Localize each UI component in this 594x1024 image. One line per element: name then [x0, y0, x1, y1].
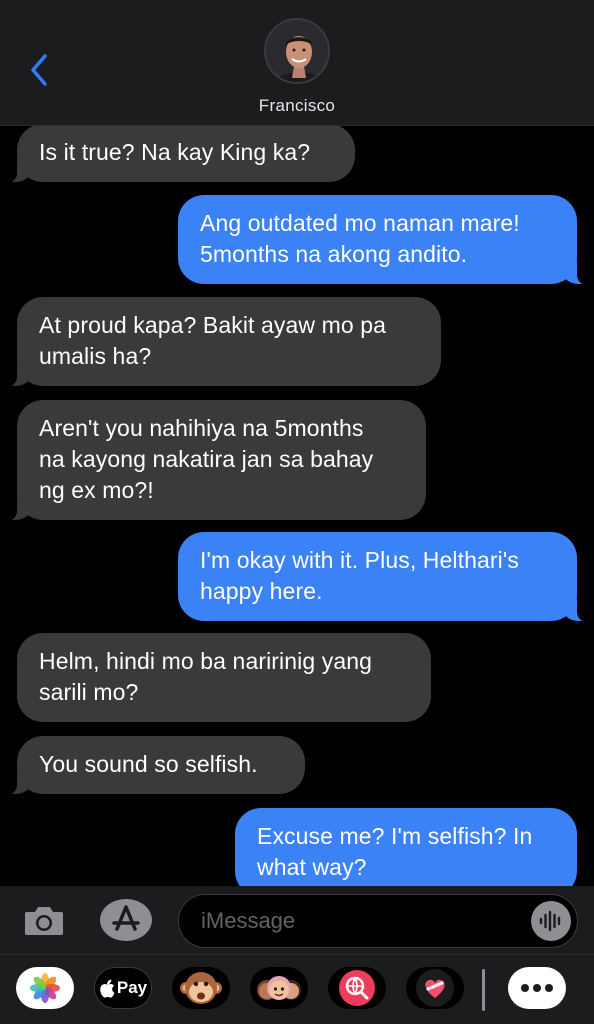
message-bubble-sent[interactable]: Ang outdated mo naman mare! 5months na a…	[178, 195, 590, 285]
message-text: You sound so selfish.	[39, 751, 258, 777]
drawer-divider	[482, 969, 485, 1011]
message-text: At proud kapa? Bakit ayaw mo pa umalis h…	[39, 312, 387, 369]
message-bubble-received[interactable]: Helm, hindi mo ba naririnig yang sarili …	[17, 633, 431, 722]
app-drawer: Pay	[0, 954, 594, 1024]
photos-app[interactable]	[16, 967, 74, 1009]
apple-pay-app[interactable]: Pay	[94, 967, 152, 1009]
animoji-app[interactable]	[172, 967, 230, 1009]
message-text: Excuse me? I'm selfish? In what way?	[257, 823, 533, 880]
message-text: Helm, hindi mo ba naririnig yang sarili …	[39, 648, 373, 705]
monkey-icon	[180, 972, 222, 1004]
digital-touch-app[interactable]	[406, 967, 464, 1009]
waveform-icon	[539, 910, 561, 932]
message-text: I'm okay with it. Plus, Helthari's happy…	[200, 547, 519, 604]
message-field[interactable]	[178, 894, 578, 948]
chevron-left-icon	[31, 54, 47, 86]
apple-logo-icon	[100, 979, 115, 998]
memoji-app[interactable]	[250, 967, 308, 1009]
message-bubble-received[interactable]: You sound so selfish.	[4, 736, 305, 795]
more-apps[interactable]	[508, 967, 566, 1009]
contact-name[interactable]: Francisco	[0, 96, 594, 116]
conversation-header: Francisco	[0, 0, 594, 126]
avatar-photo	[266, 20, 328, 82]
app-store-icon	[100, 899, 152, 941]
more-icon	[521, 984, 553, 992]
camera-button[interactable]	[18, 898, 70, 942]
back-button[interactable]	[22, 50, 56, 90]
message-bubble-sent[interactable]: I'm okay with it. Plus, Helthari's happy…	[178, 532, 590, 622]
message-bubble-received[interactable]: At proud kapa? Bakit ayaw mo pa umalis h…	[4, 297, 441, 387]
globe-search-icon	[339, 970, 375, 1006]
message-text: Is it true? Na kay King ka?	[39, 139, 311, 165]
message-bubble-received[interactable]: Aren't you nahihiya na 5months na kayong…	[4, 400, 426, 521]
app-store-button[interactable]	[100, 899, 152, 941]
message-text: Aren't you nahihiya na 5months na kayong…	[39, 415, 374, 503]
heart-touch-icon	[416, 969, 454, 1007]
compose-bar	[0, 886, 594, 954]
image-search-app[interactable]	[328, 967, 386, 1009]
photos-icon	[30, 973, 60, 1003]
message-bubble-sent[interactable]: Excuse me? I'm selfish? In what way?	[235, 808, 577, 886]
memoji-icon	[257, 976, 301, 1000]
message-bubble-received[interactable]: Is it true? Na kay King ka?	[4, 126, 355, 183]
apple-pay-label: Pay	[116, 978, 148, 997]
contact-avatar[interactable]	[264, 18, 330, 84]
message-text: Ang outdated mo naman mare! 5months na a…	[200, 210, 520, 267]
camera-icon	[25, 907, 63, 935]
message-input[interactable]	[201, 903, 521, 939]
voice-message-button[interactable]	[531, 901, 571, 941]
message-thread[interactable]: Is it true? Na kay King ka? Ang outdated…	[0, 126, 594, 886]
